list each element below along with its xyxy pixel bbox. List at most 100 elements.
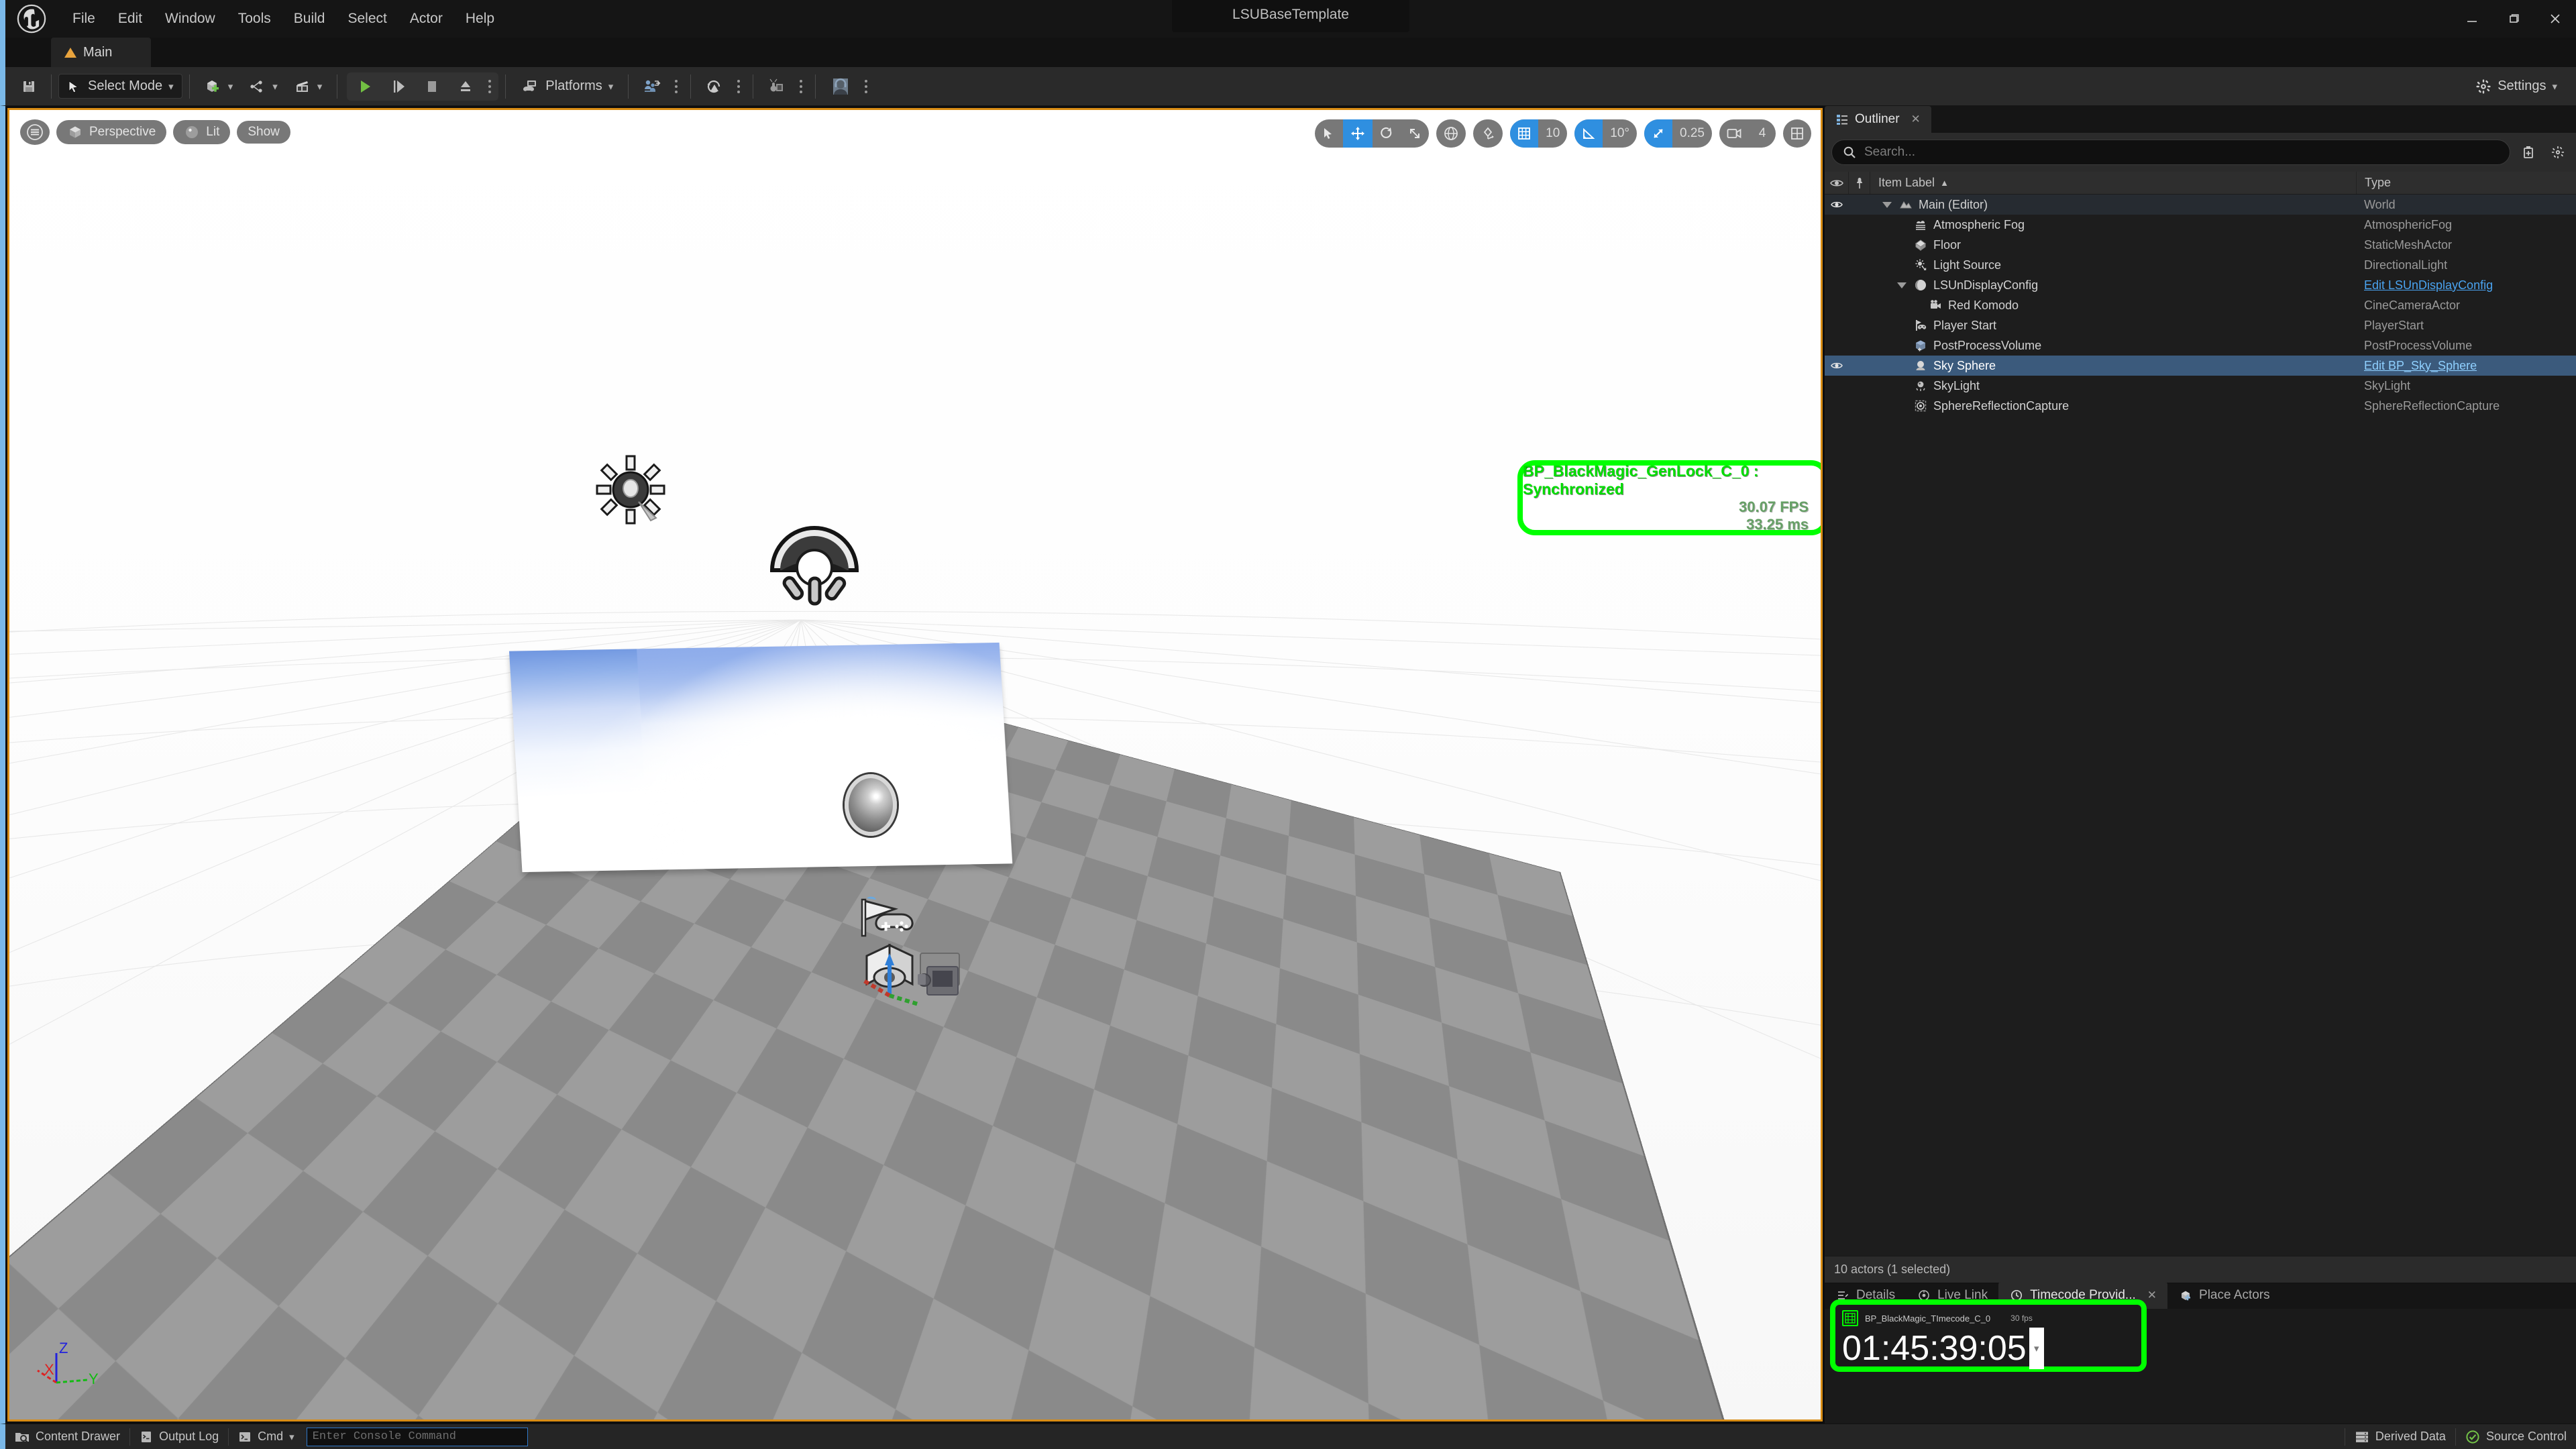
stop-button[interactable] [415, 74, 449, 99]
pin-column-header[interactable] [1849, 172, 1870, 194]
row-label-text: Red Komodo [1948, 299, 2019, 313]
outliner-row-main-editor[interactable]: Main (Editor) World [1825, 195, 2576, 215]
menu-help[interactable]: Help [455, 6, 505, 32]
source-control-button[interactable]: Source Control [2456, 1424, 2576, 1449]
save-button[interactable] [13, 75, 44, 98]
timecode-provider-name: BP_BlackMagic_TImecode_C_0 [1865, 1313, 1990, 1324]
row-visibility-toggle[interactable] [1825, 361, 1849, 370]
ndisplay-button[interactable] [698, 74, 731, 99]
output-log-button[interactable]: Output Log [130, 1424, 228, 1449]
add-actor-button[interactable]: ▾ [197, 74, 241, 99]
camera-speed-group[interactable]: 4 [1719, 119, 1776, 148]
derived-data-label: Derived Data [2375, 1430, 2446, 1444]
outliner-row-floor[interactable]: Floor StaticMeshActor [1825, 235, 2576, 255]
fog-icon [1913, 217, 1928, 232]
scale-snap-value[interactable]: 0.25 [1672, 119, 1712, 148]
scale-tool-button[interactable] [1401, 119, 1429, 148]
viewport-view-mode-button[interactable]: Perspective [56, 120, 166, 144]
level-tab-main[interactable]: Main [51, 38, 151, 67]
outliner-settings-button[interactable] [2546, 141, 2569, 164]
viewport-layout-button[interactable] [1783, 119, 1811, 148]
select-tool-button[interactable] [1315, 119, 1343, 148]
multiuser-button[interactable] [635, 74, 669, 99]
platforms-icon [521, 78, 539, 95]
menu-tools[interactable]: Tools [227, 6, 282, 32]
outliner-row-postprocessvolume[interactable]: PostProcessVolume PostProcessVolume [1825, 335, 2576, 356]
viewport-show-button[interactable]: Show [237, 121, 290, 144]
row-label: SkyLight [1870, 378, 2356, 393]
eject-button[interactable] [449, 74, 482, 99]
grid-snap-toggle[interactable] [1510, 119, 1538, 148]
multiuser-options-button[interactable] [669, 80, 684, 93]
scale-snap-toggle[interactable] [1644, 119, 1672, 148]
derived-data-button[interactable]: Derived Data [2345, 1424, 2455, 1449]
content-drawer-button[interactable]: Content Drawer [5, 1424, 129, 1449]
angle-snap-value[interactable]: 10° [1603, 119, 1637, 148]
select-mode-button[interactable]: Select Mode ▾ [58, 74, 182, 99]
play-options-button[interactable] [482, 80, 497, 93]
console-input[interactable] [313, 1430, 522, 1443]
angle-snap-toggle[interactable] [1574, 119, 1603, 148]
camera-speed-value[interactable]: 4 [1749, 119, 1776, 148]
coordinate-system-button[interactable] [1436, 119, 1466, 148]
platforms-button[interactable]: Platforms ▾ [513, 74, 621, 99]
console-command-field[interactable] [307, 1428, 528, 1446]
visibility-column-header[interactable] [1825, 172, 1849, 194]
avatar-options-button[interactable] [859, 80, 873, 93]
expand-arrow-icon[interactable] [1897, 282, 1907, 288]
menu-build[interactable]: Build [283, 6, 336, 32]
timecode-dropdown-button[interactable]: ▾ [2029, 1328, 2044, 1369]
virtual-production-options-button[interactable] [794, 80, 808, 93]
item-label-column-header[interactable]: Item Label ▲ [1870, 176, 2356, 190]
menu-edit[interactable]: Edit [107, 6, 153, 32]
viewport-lighting-button[interactable]: Lit [173, 120, 230, 144]
outliner-row-sky-sphere[interactable]: Sky Sphere Edit BP_Sky_Sphere [1825, 356, 2576, 376]
skip-button[interactable] [382, 74, 415, 99]
type-column-header[interactable]: Type [2356, 172, 2576, 194]
rotate-tool-button[interactable] [1373, 119, 1401, 148]
outliner-row-skylight[interactable]: SkyLight SkyLight [1825, 376, 2576, 396]
blueprints-button[interactable]: ▾ [241, 74, 286, 99]
eye-icon [1830, 178, 1843, 189]
tab-place-actors[interactable]: Place Actors [2167, 1282, 2281, 1309]
outliner-row-spherereflectioncapture[interactable]: SphereReflectionCapture SphereReflectionC… [1825, 396, 2576, 416]
close-tab-icon[interactable]: ✕ [1911, 113, 1921, 126]
cmd-dropdown-button[interactable]: Cmd ▾ [229, 1424, 304, 1449]
level-viewport[interactable]: BP_BlackMagic_GenLock_C_0 : Synchronized… [7, 108, 1823, 1421]
outliner-row-atmospheric-fog[interactable]: Atmospheric Fog AtmosphericFog [1825, 215, 2576, 235]
tab-outliner[interactable]: Outliner ✕ [1825, 106, 1931, 133]
outliner-row-red-komodo[interactable]: Red Komodo CineCameraActor [1825, 295, 2576, 315]
close-tab-icon[interactable]: ✕ [2147, 1289, 2157, 1302]
expand-arrow-icon[interactable] [1882, 202, 1892, 208]
cinematics-button[interactable]: ▾ [286, 74, 331, 99]
virtual-production-button[interactable] [760, 74, 794, 99]
ndisplay-options-button[interactable] [731, 80, 746, 93]
toolbar-settings-button[interactable]: Settings ▾ [2469, 74, 2564, 99]
menu-window[interactable]: Window [154, 6, 226, 32]
row-type-link[interactable]: Edit BP_Sky_Sphere [2356, 359, 2576, 373]
row-type-link[interactable]: Edit LSUnDisplayConfig [2356, 278, 2576, 292]
minimize-button[interactable] [2451, 0, 2493, 38]
grid-snap-value[interactable]: 10 [1538, 119, 1567, 148]
surface-snap-button[interactable] [1473, 119, 1503, 148]
row-visibility-toggle[interactable] [1825, 200, 1849, 209]
play-button[interactable] [348, 74, 382, 99]
menu-actor[interactable]: Actor [399, 6, 453, 32]
avatar-button[interactable] [822, 73, 859, 100]
viewport-menu-button[interactable] [20, 119, 50, 145]
menu-file[interactable]: File [62, 6, 106, 32]
player-start-gizmo [862, 897, 912, 936]
unreal-logo-icon[interactable] [11, 3, 52, 35]
outliner-row-lsundisplayconfig[interactable]: LSUnDisplayConfig Edit LSUnDisplayConfig [1825, 275, 2576, 295]
outliner-row-player-start[interactable]: Player Start PlayerStart [1825, 315, 2576, 335]
outliner-row-light-source[interactable]: Light Source DirectionalLight [1825, 255, 2576, 275]
maximize-button[interactable] [2493, 0, 2534, 38]
move-tool-button[interactable] [1343, 119, 1373, 148]
save-search-button[interactable] [2517, 141, 2540, 164]
search-input[interactable] [1864, 145, 2499, 160]
outliner-search-box[interactable] [1831, 140, 2510, 165]
close-button[interactable] [2534, 0, 2576, 38]
menu-select[interactable]: Select [337, 6, 397, 32]
viewport-menu-icon [27, 124, 43, 140]
outliner-tree[interactable]: Main (Editor) World Atmospheric Fog Atmosph… [1825, 195, 2576, 1256]
